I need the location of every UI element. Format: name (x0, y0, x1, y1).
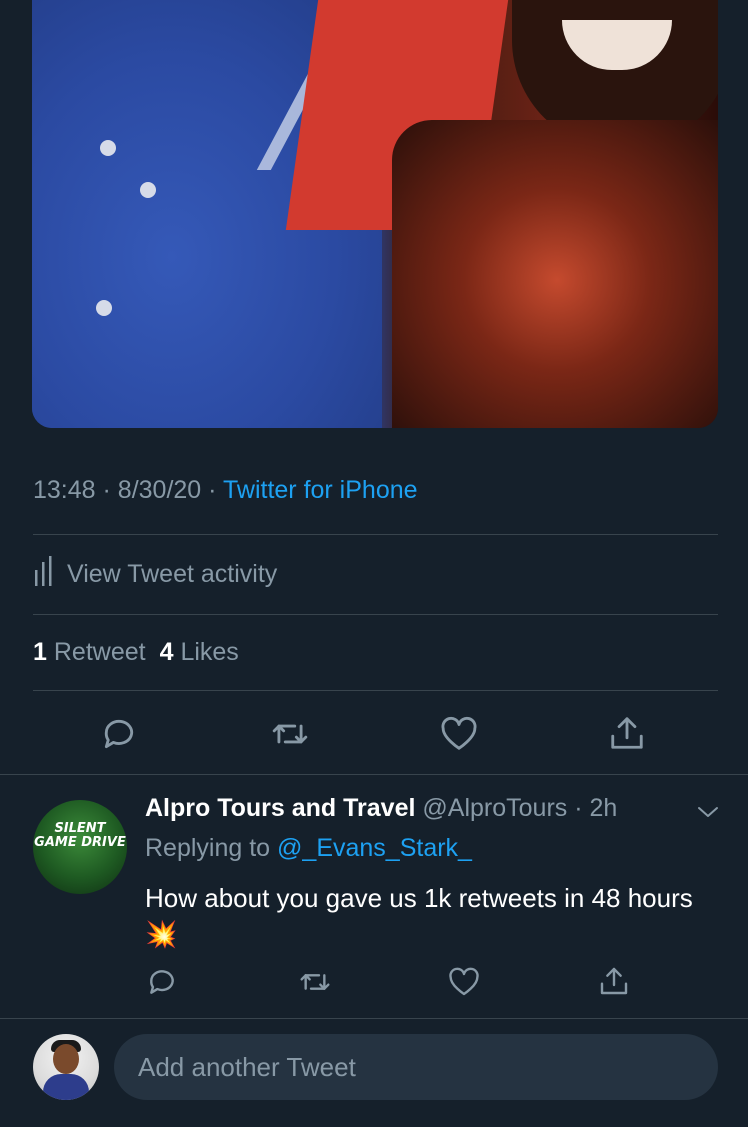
reply-text: How about you gave us 1k retweets in 48 … (145, 883, 693, 913)
reply-icon (150, 970, 174, 994)
reply-button[interactable] (98, 714, 140, 754)
likes-stat[interactable]: 4 Likes (160, 638, 239, 666)
view-tweet-activity-button[interactable]: View Tweet activity (33, 556, 277, 593)
like-button[interactable] (446, 964, 482, 1000)
reply-body: How about you gave us 1k retweets in 48 … (145, 880, 705, 952)
share-icon (611, 717, 643, 749)
divider (0, 1018, 748, 1019)
tweet-media-image[interactable] (32, 0, 718, 428)
media-person-right-shirt (392, 120, 718, 428)
reply-author-avatar[interactable]: SILENT GAME DRIVE (33, 800, 127, 894)
retweet-count: 1 (33, 638, 47, 666)
reply-author-name[interactable]: Alpro Tours and Travel (145, 794, 415, 822)
retweet-icon (300, 974, 330, 990)
retweet-button[interactable] (268, 714, 312, 754)
tweet-stats: 1 Retweet 4 Likes (33, 638, 239, 667)
share-button[interactable] (596, 962, 632, 1000)
like-button[interactable] (438, 714, 480, 754)
tweet-meta: 13:48 · 8/30/20 · Twitter for iPhone (33, 476, 418, 505)
heart-icon (449, 967, 479, 996)
bar-chart-icon (33, 556, 55, 593)
current-user-avatar[interactable] (33, 1034, 99, 1100)
chevron-down-icon (698, 807, 718, 817)
collision-emoji: 💥 (145, 919, 178, 949)
reply-timestamp: 2h (589, 794, 618, 822)
tweet-source-link[interactable]: Twitter for iPhone (223, 476, 418, 504)
heart-icon (441, 716, 477, 750)
like-count: 4 (159, 638, 174, 666)
tweet-date: 8/30/20 (117, 476, 202, 504)
divider (33, 690, 718, 691)
meta-separator: · (208, 476, 223, 504)
avatar-text: SILENT (54, 821, 106, 836)
media-shirt-button (100, 140, 116, 156)
compose-placeholder: Add another Tweet (138, 1051, 356, 1082)
tweet-time: 13:48 (33, 476, 96, 504)
divider (33, 614, 718, 615)
divider (33, 534, 718, 535)
avatar-body (43, 1074, 89, 1100)
avatar-text: GAME DRIVE (34, 835, 126, 850)
retweets-stat[interactable]: 1 Retweet (33, 638, 146, 666)
share-icon (600, 967, 628, 995)
view-tweet-activity-label: View Tweet activity (67, 560, 278, 588)
avatar-head (53, 1044, 79, 1074)
replying-to: Replying to @_Evans_Stark_ (145, 834, 472, 863)
more-options-button[interactable] (696, 802, 720, 827)
add-another-tweet-input[interactable]: Add another Tweet (114, 1034, 718, 1100)
reply-icon (104, 719, 134, 749)
meta-separator: · (102, 476, 118, 504)
replying-mention-link[interactable]: @_Evans_Stark_ (277, 834, 472, 862)
media-shirt-button (140, 182, 156, 198)
retweet-label: Retweet (53, 638, 146, 666)
divider (0, 774, 748, 775)
media-shirt-button (96, 300, 112, 316)
header-separator: · (567, 794, 590, 822)
reply-button[interactable] (144, 964, 180, 1000)
like-label: Likes (180, 638, 239, 666)
share-button[interactable] (606, 712, 648, 754)
retweet-button[interactable] (296, 964, 334, 1000)
retweet-icon (272, 724, 308, 744)
replying-prefix: Replying to (145, 834, 271, 862)
reply-author-handle[interactable]: @AlproTours (422, 794, 567, 822)
reply-header: Alpro Tours and Travel @AlproTours · 2h (145, 794, 617, 823)
